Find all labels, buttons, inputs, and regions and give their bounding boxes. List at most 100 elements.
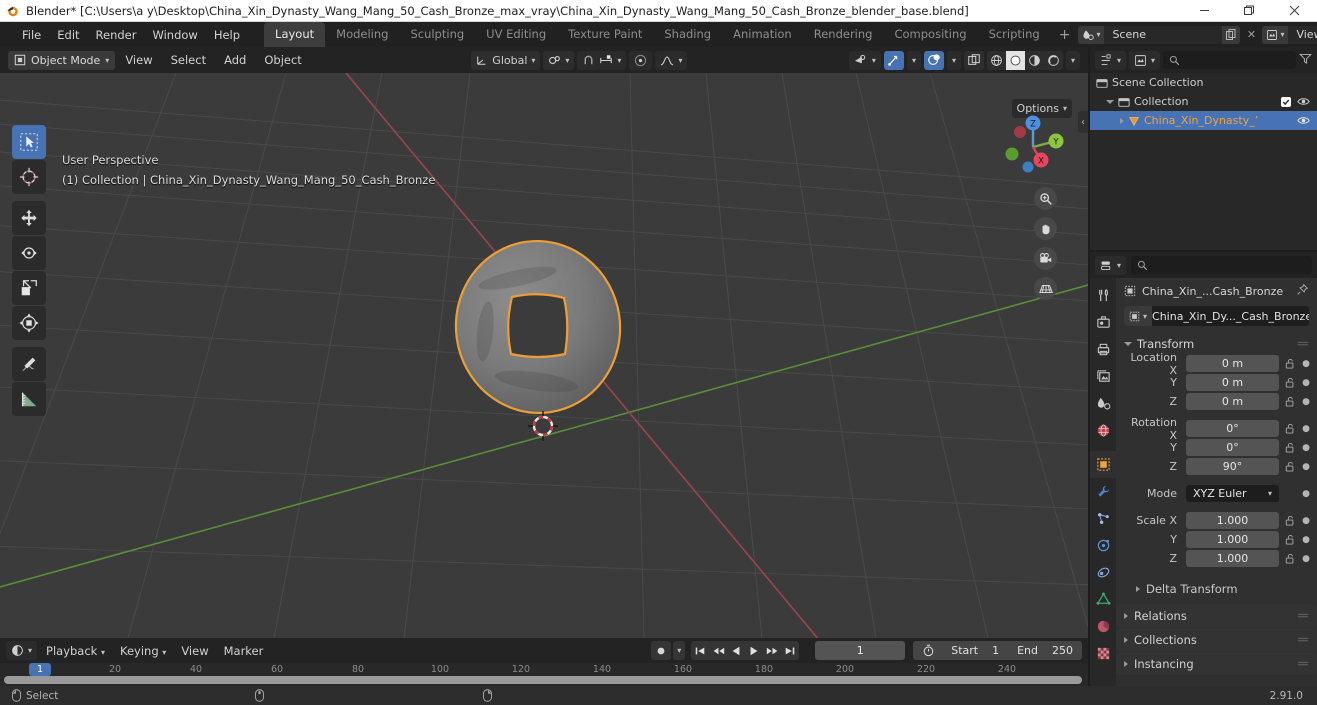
timeline-menu-view[interactable]: View (175, 642, 214, 660)
value-location-y[interactable]: 0 m (1186, 374, 1279, 391)
previous-keyframe-button[interactable] (709, 641, 727, 660)
outliner-filter-button[interactable] (1299, 52, 1312, 68)
pin-id-button[interactable] (1296, 283, 1309, 299)
outliner-row-object[interactable]: China_Xin_Dynasty_’ (1090, 111, 1317, 130)
tab-layout[interactable]: Layout (264, 22, 325, 47)
shading-wireframe-button[interactable] (987, 51, 1006, 70)
properties-tab-physics[interactable] (1090, 532, 1116, 559)
outliner-filter-display-selector[interactable]: ▾ (1129, 51, 1160, 70)
eye-icon[interactable] (1297, 115, 1310, 126)
tool-rotate[interactable] (12, 236, 46, 270)
viewport-sidebar-toggle[interactable]: ‹ (1078, 111, 1088, 133)
object-id-icon-button[interactable]: ▾ (1124, 306, 1152, 326)
scene-name-field[interactable]: Scene (1104, 26, 1222, 44)
tool-tweak-select[interactable] (12, 125, 46, 159)
viewport-3d[interactable]: Object Mode ▾ View Select Add Object Glo… (0, 47, 1088, 638)
tool-move[interactable] (12, 201, 46, 235)
tab-rendering[interactable]: Rendering (803, 22, 884, 47)
animate-location-x-button[interactable]: ● (1301, 359, 1311, 369)
value-rotation-y[interactable]: 0° (1186, 439, 1279, 456)
animate-rotation-y-button[interactable]: ● (1301, 443, 1311, 453)
maximize-button[interactable] (1227, 0, 1272, 22)
animate-location-y-button[interactable]: ● (1301, 378, 1311, 388)
timeline-playhead[interactable]: 1 (29, 663, 51, 676)
auto-keying-options[interactable]: ▾ (673, 641, 685, 660)
object-id-name-value[interactable]: China_Xin_Dy..._Cash_Bronze (1152, 310, 1309, 323)
menu-help[interactable]: Help (206, 25, 248, 45)
menu-file[interactable]: File (14, 25, 49, 45)
properties-search-input[interactable] (1131, 256, 1312, 274)
properties-tab-material[interactable] (1090, 613, 1116, 640)
tab-animation[interactable]: Animation (722, 22, 803, 47)
visibility-selector[interactable]: ▾ (849, 51, 881, 70)
timeline-editor-type-selector[interactable]: ▾ (6, 641, 37, 660)
play-button[interactable] (745, 641, 763, 660)
animate-rotation-z-button[interactable]: ● (1301, 462, 1311, 472)
tab-compositing[interactable]: Compositing (883, 22, 977, 47)
viewport-menu-select[interactable]: Select (163, 51, 214, 69)
value-location-z[interactable]: 0 m (1186, 393, 1279, 410)
menu-window[interactable]: Window (144, 25, 205, 45)
properties-tab-constraints[interactable] (1090, 559, 1116, 586)
panel-instancing[interactable]: Instancing (1116, 652, 1317, 675)
outliner-row-scene-collection[interactable]: Scene Collection (1090, 73, 1317, 92)
value-rotation-z[interactable]: 90° (1186, 458, 1279, 475)
end-frame-field[interactable]: End 250 (1008, 641, 1082, 660)
scene-new-button[interactable] (1222, 26, 1240, 44)
timeline-menu-marker[interactable]: Marker (218, 642, 270, 660)
jump-to-start-button[interactable] (691, 641, 709, 660)
scene-icon-button[interactable]: ▾ (1078, 26, 1104, 44)
animate-scale-z-button[interactable]: ● (1301, 554, 1311, 564)
animate-scale-x-button[interactable]: ● (1301, 516, 1311, 526)
tool-measure[interactable] (12, 382, 46, 416)
overlays-options-selector[interactable]: ▾ (947, 51, 961, 70)
chevron-down-icon[interactable] (1106, 100, 1114, 104)
lock-location-y-button[interactable] (1283, 377, 1297, 388)
chevron-right-icon[interactable] (1120, 118, 1124, 124)
properties-editor[interactable]: ▾ (1090, 252, 1317, 686)
value-scale-x[interactable]: 1.000 (1186, 512, 1279, 529)
lock-rotation-y-button[interactable] (1283, 442, 1297, 453)
properties-tab-modifiers[interactable] (1090, 478, 1116, 505)
lock-scale-y-button[interactable] (1283, 534, 1297, 545)
minimize-button[interactable] (1182, 0, 1227, 22)
viewlayer-selector[interactable]: ▾ View Layer (1262, 26, 1317, 44)
value-scale-z[interactable]: 1.000 (1186, 550, 1279, 567)
timeline-ruler[interactable]: 1 20 40 60 80 100 120 140 160 180 200 22… (0, 663, 1088, 677)
value-rotation-x[interactable]: 0° (1186, 420, 1279, 437)
value-rotation-mode[interactable]: XYZ Euler ▾ (1186, 485, 1279, 502)
transform-orientation-selector[interactable]: Global ▾ (471, 51, 540, 70)
snapping-controls[interactable]: ▾ (577, 51, 626, 70)
value-location-x[interactable]: 0 m (1186, 355, 1279, 372)
play-reverse-button[interactable] (727, 641, 745, 660)
properties-tab-world[interactable] (1090, 417, 1116, 444)
xray-toggle-button[interactable] (964, 51, 984, 70)
gizmo-toggle-button[interactable] (884, 51, 904, 70)
outliner-display-mode-selector[interactable]: ▾ (1095, 51, 1126, 70)
animate-rotation-x-button[interactable]: ● (1301, 424, 1311, 434)
next-keyframe-button[interactable] (763, 641, 781, 660)
tool-annotate[interactable] (12, 347, 46, 381)
panel-collections[interactable]: Collections (1116, 628, 1317, 651)
animate-rotation-mode-button[interactable]: ● (1301, 489, 1311, 499)
current-frame-field[interactable]: 1 (815, 641, 905, 660)
menu-render[interactable]: Render (88, 25, 145, 45)
shading-rendered-button[interactable] (1044, 51, 1063, 70)
add-workspace-button[interactable]: + (1051, 27, 1079, 43)
delta-transform-subpanel[interactable]: Delta Transform (1116, 578, 1317, 600)
viewport-menu-object[interactable]: Object (256, 51, 309, 69)
zoom-view-button[interactable] (1034, 187, 1057, 210)
tab-sculpting[interactable]: Sculpting (399, 22, 475, 47)
collection-checkbox[interactable] (1281, 97, 1291, 107)
outliner-editor[interactable]: ▾ ▾ (1090, 47, 1317, 250)
properties-tab-tool[interactable] (1090, 282, 1116, 309)
tool-scale[interactable] (12, 271, 46, 305)
lock-rotation-z-button[interactable] (1283, 461, 1297, 472)
eye-icon[interactable] (1297, 96, 1310, 107)
proportional-editing-toggle[interactable] (629, 51, 652, 70)
properties-editor-type-selector[interactable]: ▾ (1095, 256, 1126, 275)
timeline-editor[interactable]: ▾ Playback ▾ Keying ▾ View Marker ▾ (0, 638, 1088, 686)
animate-scale-y-button[interactable]: ● (1301, 535, 1311, 545)
timeline-menu-keying[interactable]: Keying ▾ (114, 642, 172, 660)
overlays-toggle-button[interactable] (924, 51, 944, 70)
